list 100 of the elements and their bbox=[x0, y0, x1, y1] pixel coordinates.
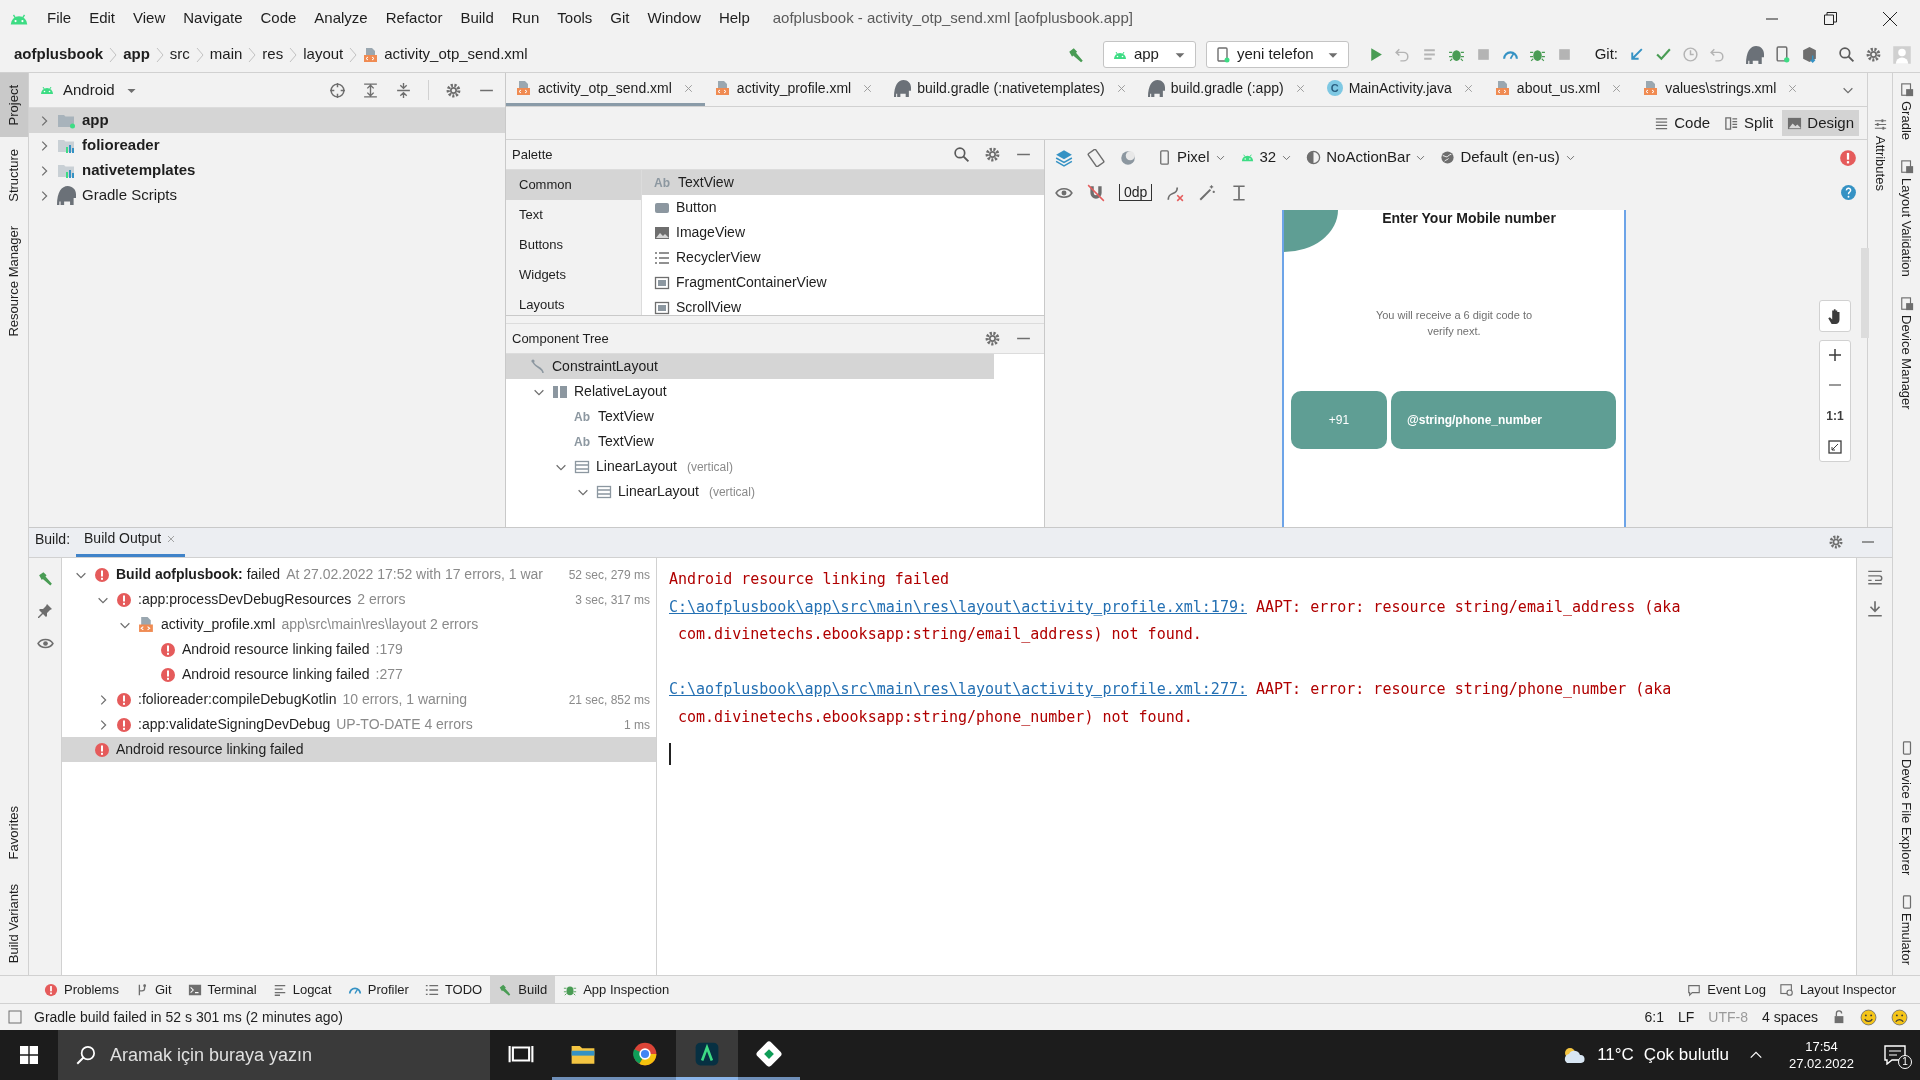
breadcrumb[interactable]: aofplusbook bbox=[14, 43, 104, 66]
checkmark-icon[interactable] bbox=[1655, 46, 1672, 63]
magic-wand-icon[interactable] bbox=[1198, 183, 1217, 202]
project-tree-item[interactable]: folioreader bbox=[29, 133, 505, 158]
tool-window-button[interactable]: Logcat bbox=[264, 976, 340, 1003]
theme-dropdown[interactable]: NoActionBar bbox=[1306, 146, 1427, 169]
hammer-icon[interactable] bbox=[1066, 45, 1085, 64]
collapse-all-icon[interactable] bbox=[395, 81, 412, 99]
update-icon[interactable] bbox=[1628, 46, 1645, 63]
elephant-icon[interactable] bbox=[1746, 45, 1764, 64]
taskbar-search-field[interactable]: Aramak için buraya yazın bbox=[58, 1030, 490, 1080]
palette-item[interactable]: ScrollView bbox=[642, 295, 1044, 315]
panel-toggle-icon[interactable] bbox=[8, 1010, 22, 1024]
error-icon[interactable] bbox=[1839, 148, 1857, 167]
settings-icon[interactable] bbox=[445, 81, 462, 99]
build-tree-item[interactable]: Build aofplusbook: failed At 27.02.2022 17:52 with 17 errors, 1 war 52 sec, 279 ms bbox=[62, 562, 656, 587]
palette-category[interactable]: Text bbox=[506, 200, 641, 230]
editor-tab[interactable]: about_us.xml bbox=[1484, 73, 1634, 106]
build-tree-item[interactable]: Android resource linking failed bbox=[62, 737, 656, 762]
menu-item[interactable]: Build bbox=[451, 7, 503, 30]
tool-window-button[interactable]: Event Log bbox=[1687, 979, 1766, 1000]
weather-condition[interactable]: Çok bulutlu bbox=[1643, 1042, 1729, 1068]
editor-tab[interactable]: activity_profile.xml bbox=[704, 73, 885, 106]
tool-window-button[interactable]: Layout Inspector bbox=[1779, 979, 1896, 1000]
notification-icon[interactable] bbox=[1884, 1045, 1906, 1065]
package-icon[interactable] bbox=[1801, 46, 1818, 63]
build-tree-item[interactable]: :folioreader:compileDebugKotlin 10 errors, 1 warning 21 sec, 852 ms bbox=[62, 687, 656, 712]
palette-category[interactable]: Layouts bbox=[506, 290, 641, 315]
build-tree-item[interactable]: :app:processDevDebugResources 2 errors 3 sec, 317 ms bbox=[62, 587, 656, 612]
tool-window-button[interactable]: Problems bbox=[36, 976, 127, 1003]
rotate-icon[interactable] bbox=[1087, 148, 1105, 167]
side-tab[interactable]: Build Variants bbox=[0, 871, 28, 975]
menu-item[interactable]: Refactor bbox=[376, 7, 452, 30]
menu-item[interactable]: Edit bbox=[80, 7, 125, 30]
locale-dropdown[interactable]: Default (en-us) bbox=[1440, 146, 1576, 169]
device-dropdown[interactable]: Pixel bbox=[1157, 146, 1226, 169]
editor-tab[interactable]: build.gradle (:nativetemplates) bbox=[884, 73, 1138, 106]
layers-icon[interactable] bbox=[1055, 148, 1073, 167]
component-tree-item[interactable]: LinearLayout (vertical) bbox=[506, 454, 994, 479]
api-level-dropdown[interactable]: 32 bbox=[1239, 146, 1293, 169]
component-tree-item[interactable]: LinearLayout (vertical) bbox=[506, 479, 994, 504]
palette-item[interactable]: RecyclerView bbox=[642, 245, 1044, 270]
sad-face-icon[interactable] bbox=[1891, 1008, 1908, 1026]
soft-wrap-icon[interactable] bbox=[1865, 568, 1884, 586]
editor-tab[interactable]: values\strings.xml bbox=[1633, 73, 1810, 106]
settings-icon[interactable] bbox=[984, 330, 1001, 347]
side-tab[interactable]: Layout Validation bbox=[1896, 178, 1917, 277]
search-icon[interactable] bbox=[953, 146, 970, 163]
default-margin-field[interactable]: 0dp bbox=[1119, 184, 1153, 201]
menu-item[interactable]: Window bbox=[638, 7, 710, 30]
side-tab[interactable]: Structure bbox=[0, 137, 28, 215]
build-tree-item[interactable]: Android resource linking failed :277 bbox=[62, 662, 656, 687]
smiley-icon[interactable] bbox=[1860, 1008, 1877, 1026]
run-configuration-dropdown[interactable]: app bbox=[1102, 41, 1196, 68]
device-icon[interactable] bbox=[1774, 46, 1791, 63]
scroll-to-end-icon[interactable] bbox=[1865, 600, 1884, 618]
pan-button[interactable] bbox=[1819, 300, 1851, 332]
close-icon[interactable] bbox=[1883, 11, 1897, 26]
palette-item[interactable]: Button bbox=[642, 195, 1044, 220]
editor-tab[interactable]: build.gradle (:app) bbox=[1137, 73, 1317, 106]
clock-date[interactable]: 27.02.2022 bbox=[1788, 1055, 1854, 1072]
menu-item[interactable]: Analyze bbox=[305, 7, 377, 30]
scrollbar[interactable] bbox=[1861, 248, 1869, 338]
menu-item[interactable]: Git bbox=[601, 7, 639, 30]
component-tree-item[interactable]: Ab TextView bbox=[506, 404, 994, 429]
help-icon[interactable] bbox=[1840, 184, 1857, 201]
zoom-in-icon[interactable] bbox=[1827, 347, 1843, 363]
side-tab[interactable]: Device File Explorer bbox=[1896, 758, 1917, 875]
breadcrumb[interactable]: layout bbox=[303, 43, 344, 66]
side-tab[interactable]: Project bbox=[0, 73, 28, 138]
tool-window-button[interactable]: App Inspection bbox=[555, 976, 678, 1003]
side-tab[interactable]: Device Manager bbox=[1896, 314, 1917, 410]
temperature[interactable]: 11°C bbox=[1597, 1042, 1634, 1068]
menu-item[interactable]: Help bbox=[709, 7, 759, 30]
status-item[interactable]: 6:1 bbox=[1644, 1006, 1664, 1028]
component-tree-item[interactable]: RelativeLayout bbox=[506, 379, 994, 404]
hammer-icon[interactable] bbox=[36, 570, 54, 587]
tool-window-button[interactable]: Terminal bbox=[179, 976, 265, 1003]
build-tree-item[interactable]: Android resource linking failed :179 bbox=[62, 637, 656, 662]
palette-category[interactable]: Buttons bbox=[506, 230, 641, 260]
palette-category[interactable]: Common bbox=[506, 170, 641, 200]
palette-item[interactable]: Ab TextView bbox=[642, 170, 1044, 195]
view-mode-button[interactable]: Split bbox=[1719, 110, 1779, 136]
actual-size-button[interactable]: 1:1 bbox=[1826, 407, 1844, 425]
palette-item[interactable]: ImageView bbox=[642, 220, 1044, 245]
project-tree-item[interactable]: app bbox=[29, 108, 505, 133]
tool-window-button[interactable]: Build bbox=[490, 976, 556, 1003]
view-mode-button[interactable]: Code bbox=[1649, 110, 1716, 136]
status-item[interactable]: 4 spaces bbox=[1761, 1006, 1818, 1028]
magnet-icon[interactable] bbox=[1087, 183, 1105, 202]
breadcrumb[interactable]: activity_otp_send.xml bbox=[384, 43, 528, 66]
locate-icon[interactable] bbox=[329, 81, 346, 99]
breadcrumb[interactable]: src bbox=[169, 43, 190, 66]
restore-icon[interactable] bbox=[1824, 12, 1837, 25]
side-tab[interactable]: Attributes bbox=[1870, 136, 1890, 191]
file-link[interactable]: C:\aofplusbook\app\src\main\res\layout\activity_profile.xml:277: bbox=[669, 676, 1247, 704]
expand-all-icon[interactable] bbox=[362, 81, 379, 99]
view-mode-button[interactable]: Design bbox=[1782, 110, 1859, 136]
menu-item[interactable]: Tools bbox=[548, 7, 602, 30]
zoom-to-fit-icon[interactable] bbox=[1827, 439, 1843, 455]
